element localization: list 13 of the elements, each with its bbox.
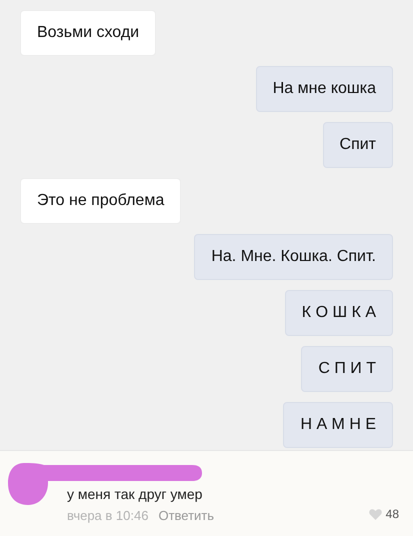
message-bubble: Н А М Н Е (283, 402, 393, 448)
like-count: 48 (386, 506, 399, 523)
message-bubble: С П И Т (301, 346, 393, 392)
comment-text: у меня так друг умер (67, 485, 204, 503)
comment-time: вчера в 10:46 (67, 507, 148, 525)
message-bubble: К О Ш К А (284, 290, 393, 336)
message-bubble: Спит (322, 122, 393, 168)
message-bubble: На мне кошка (256, 66, 393, 112)
message-bubble: Возьми сходи (20, 10, 156, 56)
heart-icon[interactable] (368, 508, 382, 520)
message-bubble: На. Мне. Кошка. Спит. (194, 234, 393, 280)
reply-link[interactable]: Ответить (158, 507, 214, 525)
message-bubble: Это не проблема (20, 178, 182, 224)
